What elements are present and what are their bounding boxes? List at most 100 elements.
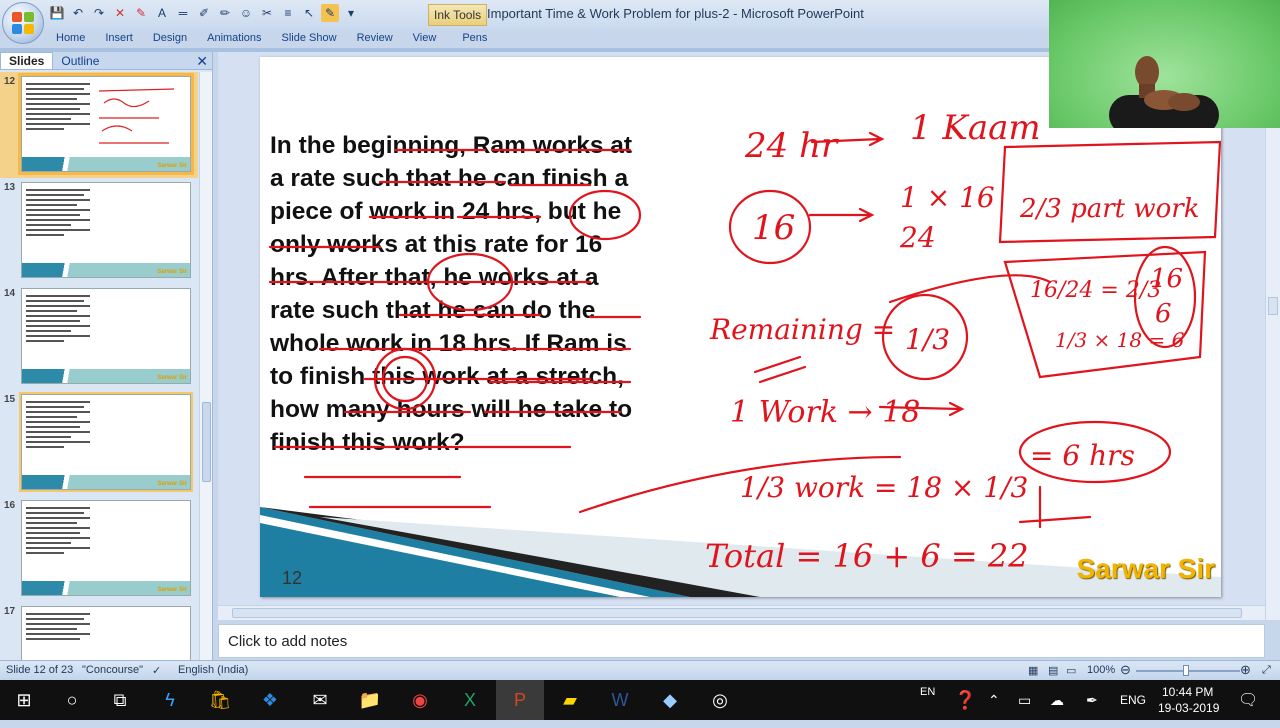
thumbnails-scrollbar[interactable]: [199, 72, 212, 660]
slide-number: 14: [4, 288, 16, 299]
marker-icon[interactable]: ✏: [216, 4, 234, 22]
pen-icon[interactable]: ✎: [132, 4, 150, 22]
office-button[interactable]: [2, 2, 44, 44]
line-icon[interactable]: ═: [174, 4, 192, 22]
ink-remaining: Remaining =: [709, 313, 895, 346]
ink-24hr: 24 hr: [744, 126, 839, 166]
tray-chevron-icon[interactable]: ⌃: [988, 680, 1000, 720]
slide-thumbnail[interactable]: 13 Sarwar Sir: [0, 178, 198, 284]
slide-thumbnail[interactable]: 16 Sarwar Sir: [0, 496, 198, 602]
ink-third-work: 1/3 work = 18 × 1/3: [740, 471, 1028, 504]
close-window-icon[interactable]: ✕: [111, 4, 129, 22]
ribbon-tabs: Home Insert Design Animations Slide Show…: [46, 30, 497, 48]
ink-frac1d: 24: [899, 221, 936, 254]
store-icon[interactable]: 🛍: [196, 680, 244, 720]
chrome-icon[interactable]: ◉: [396, 680, 444, 720]
slide-thumbnail[interactable]: 17: [0, 602, 198, 660]
undo-icon[interactable]: ↶: [69, 4, 87, 22]
notes-placeholder: Click to add notes: [228, 633, 348, 650]
slide-thumbnail[interactable]: 15 Sarwar Sir: [0, 390, 198, 496]
windows-start-icon[interactable]: ⊞: [0, 680, 48, 720]
ink-answer: = 6 hrs: [1030, 439, 1135, 472]
taskbar: ⊞ ○ ⧉ ϟ 🛍 ❖ ✉ 📁 ◉ X P ▰ W ◆ ◎ EN ❓ ⌃ ▭ ☁…: [0, 680, 1280, 720]
ink-total: Total = 16 + 6 = 22: [705, 537, 1029, 575]
cloud-icon[interactable]: ☁: [1050, 680, 1064, 720]
tab-outline[interactable]: Outline: [53, 53, 107, 69]
slide-sorter-icon[interactable]: ▤: [1048, 664, 1058, 677]
tab-home[interactable]: Home: [46, 30, 95, 48]
normal-view-icon[interactable]: ▦: [1028, 664, 1038, 677]
clock-date[interactable]: 19-03-2019: [1158, 688, 1219, 728]
slide-thumbnail[interactable]: 12 Sarwar Sir: [0, 72, 198, 178]
tab-slide-show[interactable]: Slide Show: [272, 30, 347, 48]
spellcheck-icon[interactable]: ✓: [152, 664, 161, 677]
language[interactable]: English (India): [178, 664, 248, 676]
app3-icon[interactable]: ◎: [696, 680, 744, 720]
file-explorer-icon[interactable]: 📁: [346, 680, 394, 720]
word-icon[interactable]: W: [596, 680, 644, 720]
ink-16: 16: [752, 208, 795, 248]
notifications-icon[interactable]: 🗨: [1238, 680, 1258, 720]
help-icon[interactable]: ❓: [954, 680, 976, 720]
tab-design[interactable]: Design: [143, 30, 197, 48]
customize-toolbar-icon[interactable]: ▾: [342, 4, 360, 22]
vertical-scrollbar[interactable]: [1265, 52, 1280, 620]
excel-icon[interactable]: X: [446, 680, 494, 720]
thumbnail-image: Sarwar Sir: [21, 182, 191, 278]
tab-review[interactable]: Review: [347, 30, 403, 48]
tab-view[interactable]: View: [403, 30, 447, 48]
cortana-icon[interactable]: ○: [48, 680, 96, 720]
tab-animations[interactable]: Animations: [197, 30, 271, 48]
webcam-overlay: [1049, 0, 1280, 128]
select-pointer-icon[interactable]: ↖: [300, 4, 318, 22]
ink-1kaam: 1 Kaam: [910, 108, 1041, 148]
highlighter-icon[interactable]: ✐: [195, 4, 213, 22]
pane-tabs: Slides Outline ✕: [0, 52, 212, 70]
thumbnail-image: Sarwar Sir: [18, 73, 194, 175]
tab-insert[interactable]: Insert: [95, 30, 143, 48]
zoom-level[interactable]: 100%: [1087, 664, 1115, 676]
fit-to-window-icon[interactable]: ⤢: [1262, 664, 1271, 677]
input-language[interactable]: ENG: [1120, 680, 1146, 720]
zoom-out-icon[interactable]: ⊖: [1120, 662, 1131, 678]
save-icon[interactable]: 💾: [48, 4, 66, 22]
slide-show-icon[interactable]: ▭: [1066, 664, 1076, 677]
app2-icon[interactable]: ◆: [646, 680, 694, 720]
pen-tray-icon[interactable]: ✒: [1086, 680, 1098, 720]
slide-number: 13: [4, 182, 16, 193]
ink-pen-icon[interactable]: ✎: [321, 4, 339, 22]
text-color-icon[interactable]: A: [153, 4, 171, 22]
horizontal-scrollbar[interactable]: [218, 605, 1265, 620]
notes-pane[interactable]: Click to add notes: [218, 624, 1265, 658]
powerpoint-icon[interactable]: P: [496, 680, 544, 720]
smiley-icon[interactable]: ☺: [237, 4, 255, 22]
app-icon[interactable]: ϟ: [146, 680, 194, 720]
slide-number: 15: [4, 394, 16, 405]
language-indicator-top: EN: [920, 686, 936, 698]
slide-thumbnail[interactable]: 14 Sarwar Sir: [0, 284, 198, 390]
slide-canvas[interactable]: In the beginning, Ram works at a rate su…: [260, 57, 1221, 597]
sticky-notes-icon[interactable]: ▰: [546, 680, 594, 720]
thumbnail-image: [21, 606, 191, 660]
tab-slides[interactable]: Slides: [0, 52, 54, 69]
task-view-icon[interactable]: ⧉: [96, 680, 144, 720]
ink-1work: 1 Work → 18: [730, 395, 920, 430]
ink-tools-context-tab[interactable]: Ink Tools: [428, 4, 488, 26]
format-icon[interactable]: ✂: [258, 4, 276, 22]
ink-annotations: 24 hr 1 Kaam 16 1 × 16 24 2/3 part work …: [268, 108, 1221, 575]
office-logo-icon: [12, 12, 34, 34]
redo-icon[interactable]: ↷: [90, 4, 108, 22]
scroll-thumb[interactable]: [202, 402, 211, 482]
scroll-thumb[interactable]: [232, 608, 1242, 618]
tab-pens[interactable]: Pens: [452, 30, 497, 48]
close-pane-icon[interactable]: ✕: [196, 53, 208, 69]
bullets-icon[interactable]: ≡: [279, 4, 297, 22]
ink-box4: 6: [1155, 299, 1172, 329]
theme-name: "Concourse": [82, 664, 144, 676]
dropbox-icon[interactable]: ❖: [246, 680, 294, 720]
zoom-in-icon[interactable]: ⊕: [1240, 662, 1251, 678]
mail-icon[interactable]: ✉: [296, 680, 344, 720]
network-icon[interactable]: ▭: [1018, 680, 1031, 720]
quick-access-toolbar: 💾 ↶ ↷ ✕ ✎ A ═ ✐ ✏ ☺ ✂ ≡ ↖ ✎ ▾: [48, 4, 360, 22]
scroll-thumb[interactable]: [1268, 297, 1278, 315]
